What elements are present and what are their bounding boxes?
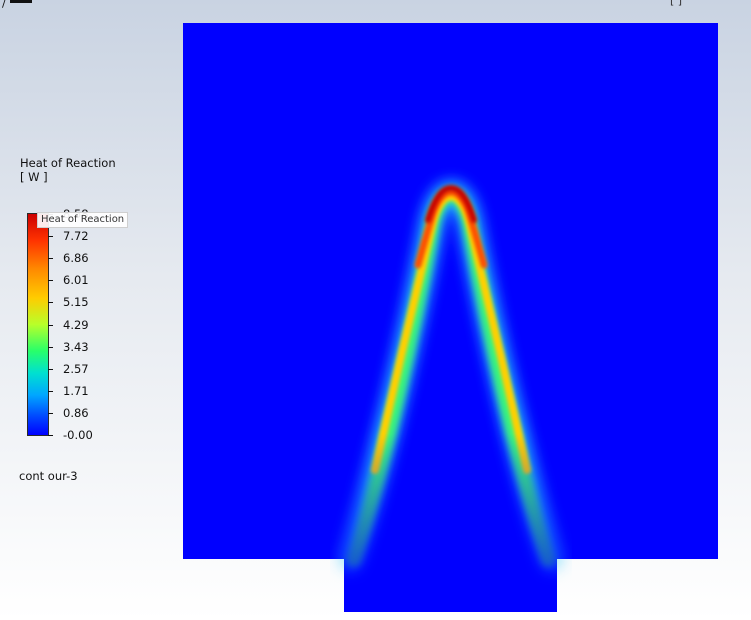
domain-inlet-region	[344, 558, 557, 612]
contour-plot-viewport[interactable]	[0, 0, 751, 620]
domain-main-region	[183, 23, 718, 559]
